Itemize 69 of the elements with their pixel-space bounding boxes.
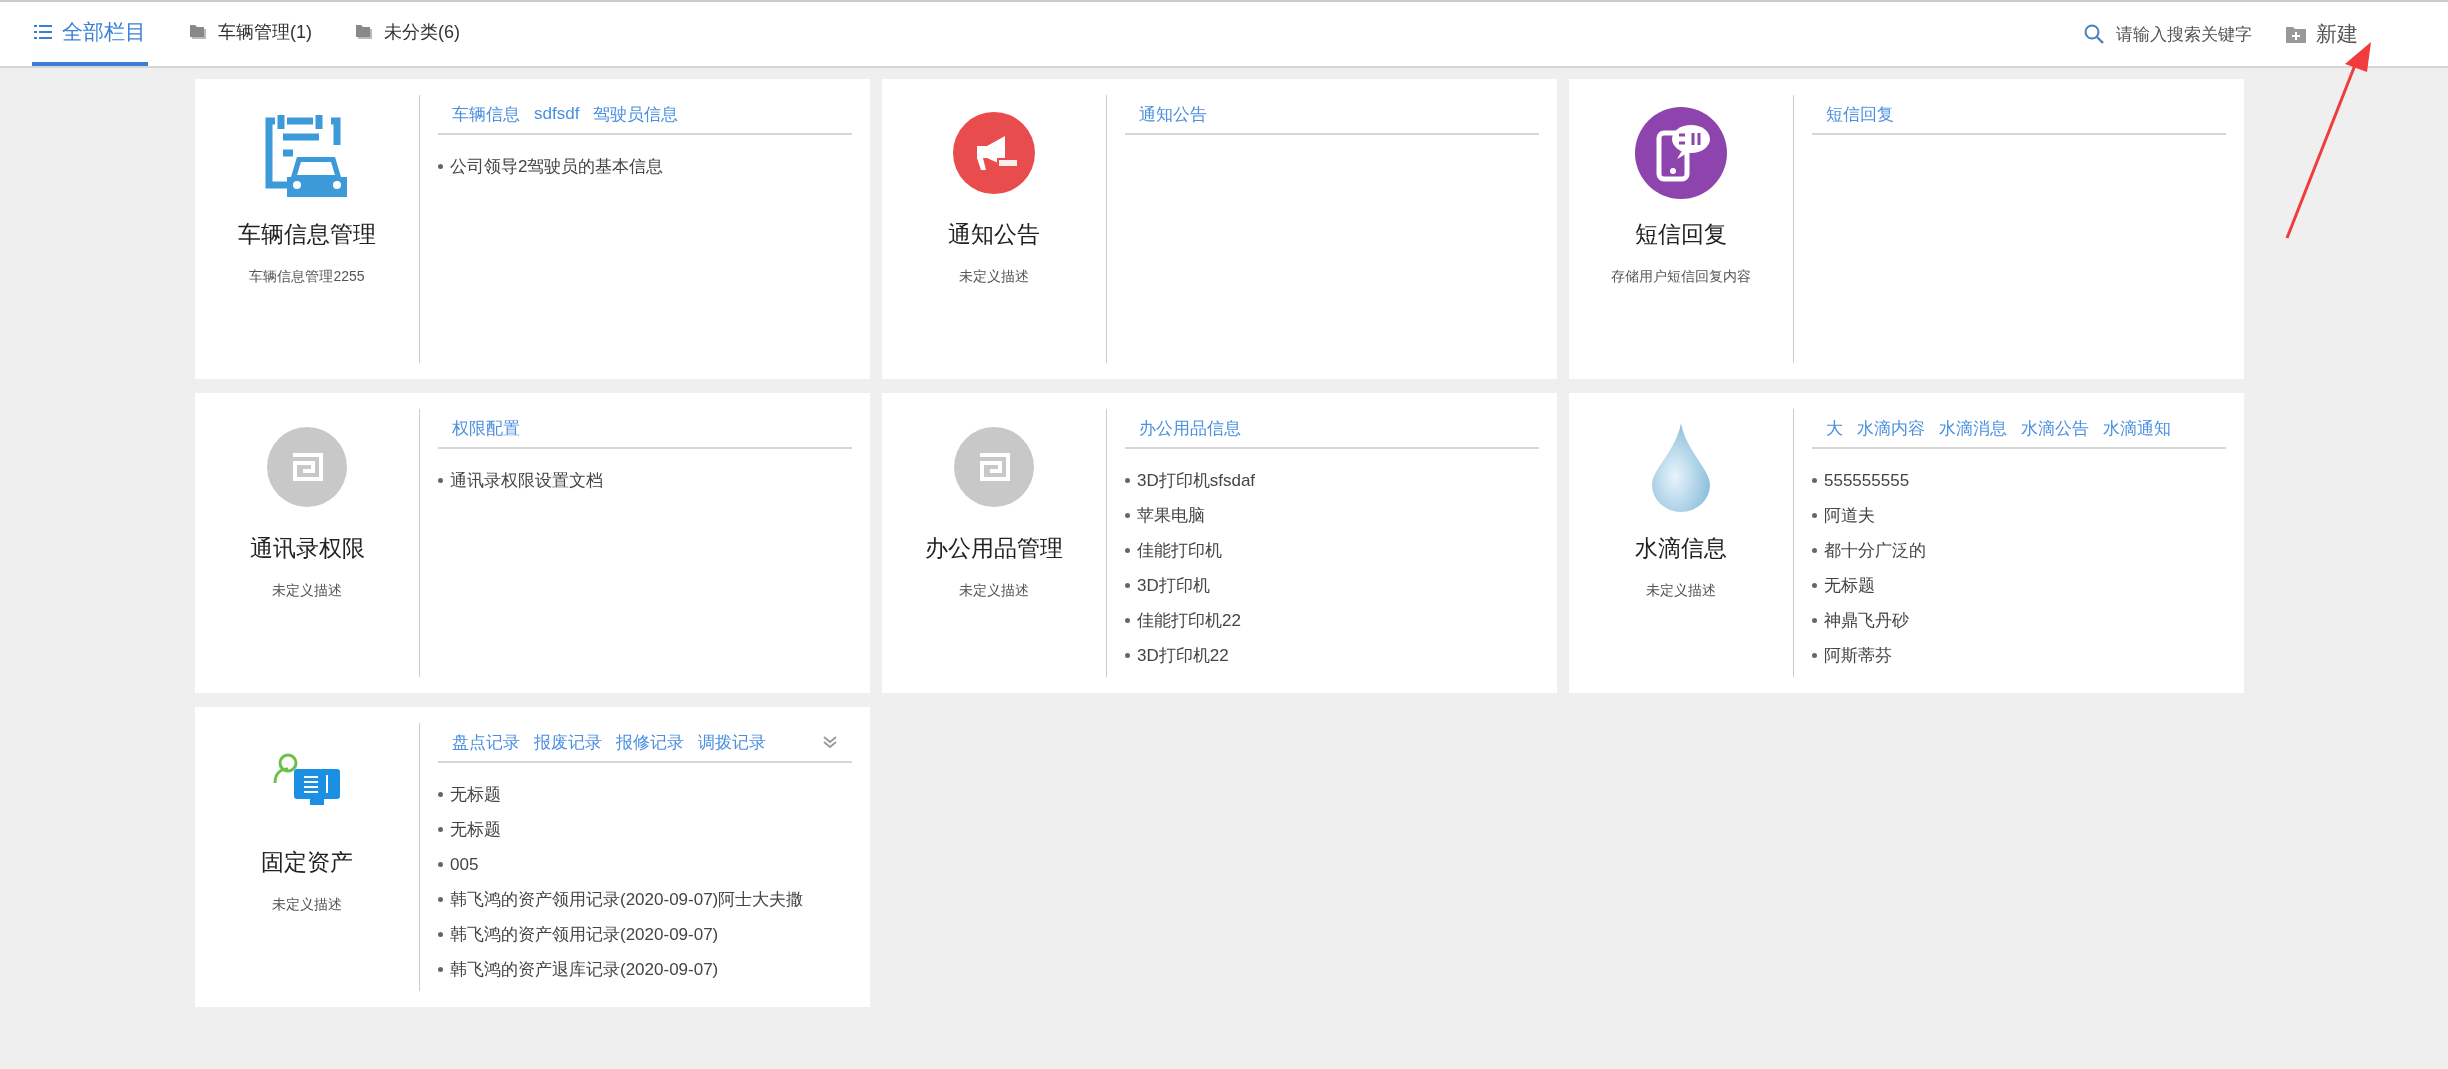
bullet xyxy=(1812,618,1817,623)
document-link[interactable]: 3D打印机sfsdaf xyxy=(1137,469,1256,492)
bullet xyxy=(1812,548,1817,553)
card-title: 通知公告 xyxy=(948,220,1040,249)
card-description: 未定义描述 xyxy=(959,268,1029,286)
megaphone-icon xyxy=(953,112,1035,194)
bullet xyxy=(438,862,443,867)
folder-plus-icon xyxy=(2286,25,2306,43)
new-button[interactable]: 新建 xyxy=(2286,20,2358,48)
search-icon xyxy=(2084,24,2104,44)
document-link[interactable]: 3D打印机 xyxy=(1137,574,1210,597)
card-description: 未定义描述 xyxy=(272,896,342,914)
bullet xyxy=(438,827,443,832)
document-link[interactable]: 005 xyxy=(450,854,479,875)
sms-phone-icon xyxy=(1635,107,1727,199)
document-link[interactable]: 神鼎飞丹砂 xyxy=(1824,609,1909,632)
bullet xyxy=(438,932,443,937)
document-link[interactable]: 阿斯蒂芬 xyxy=(1824,644,1892,667)
bullet xyxy=(1125,478,1130,483)
document-link[interactable]: 公司领导2驾驶员的基本信息 xyxy=(450,155,664,178)
bullet xyxy=(1812,478,1817,483)
card-description: 未定义描述 xyxy=(959,582,1029,600)
bullet xyxy=(1812,513,1817,518)
card-description: 未定义描述 xyxy=(272,582,342,600)
document-link[interactable]: 韩飞鸿的资产领用记录(2020-09-07) xyxy=(450,923,719,946)
document-link[interactable]: 韩飞鸿的资产退库记录(2020-09-07) xyxy=(450,958,719,981)
category-tab[interactable]: 全部栏目 xyxy=(32,2,148,66)
bullet xyxy=(438,792,443,797)
document-link[interactable]: 阿道夫 xyxy=(1824,504,1875,527)
bullet xyxy=(1812,653,1817,658)
card-description: 未定义描述 xyxy=(1646,582,1716,600)
document-link[interactable]: 苹果电脑 xyxy=(1137,504,1205,527)
document-link[interactable]: 无标题 xyxy=(1824,574,1875,597)
bullet xyxy=(1125,653,1130,658)
list-icon xyxy=(34,24,52,40)
bullet xyxy=(1812,583,1817,588)
card-title: 短信回复 xyxy=(1635,220,1727,249)
category-tab[interactable]: 未分类(6) xyxy=(354,2,462,66)
bullet xyxy=(438,967,443,972)
search-field[interactable]: 请输入搜索关键字 xyxy=(2084,22,2252,46)
double-chevron-down-icon[interactable] xyxy=(822,735,838,749)
bullet xyxy=(1125,548,1130,553)
card-title: 水滴信息 xyxy=(1635,534,1727,563)
card-title: 通讯录权限 xyxy=(249,534,365,563)
document-link[interactable]: 3D打印机22 xyxy=(1137,644,1229,667)
card-description: 存储用户短信回复内容 xyxy=(1611,268,1751,286)
document-link[interactable]: 都十分广泛的 xyxy=(1824,539,1926,562)
card-description: 车辆信息管理2255 xyxy=(249,268,365,286)
document-link[interactable]: 通讯录权限设置文档 xyxy=(450,469,603,492)
document-link[interactable]: 佳能打印机22 xyxy=(1137,609,1241,632)
card-title: 办公用品管理 xyxy=(925,534,1063,563)
document-link[interactable]: 无标题 xyxy=(450,783,501,806)
square-spiral-icon xyxy=(267,427,347,507)
document-link[interactable]: 555555555 xyxy=(1824,470,1910,491)
bullet xyxy=(1125,513,1130,518)
bullet xyxy=(1125,583,1130,588)
bullet xyxy=(438,164,443,169)
folder-icon xyxy=(190,24,208,40)
card-title: 车辆信息管理 xyxy=(238,220,376,249)
document-link[interactable]: 无标题 xyxy=(450,818,501,841)
bullet xyxy=(1125,618,1130,623)
category-tab[interactable]: 车辆管理(1) xyxy=(188,2,314,66)
square-spiral-icon xyxy=(954,427,1034,507)
document-link[interactable]: 韩飞鸿的资产领用记录(2020-09-07)阿士大夫撒 xyxy=(450,888,804,911)
bullet xyxy=(438,478,443,483)
folder-icon xyxy=(356,24,374,40)
card-title: 固定资产 xyxy=(261,848,353,877)
bullet xyxy=(438,897,443,902)
document-link[interactable]: 佳能打印机 xyxy=(1137,539,1222,562)
